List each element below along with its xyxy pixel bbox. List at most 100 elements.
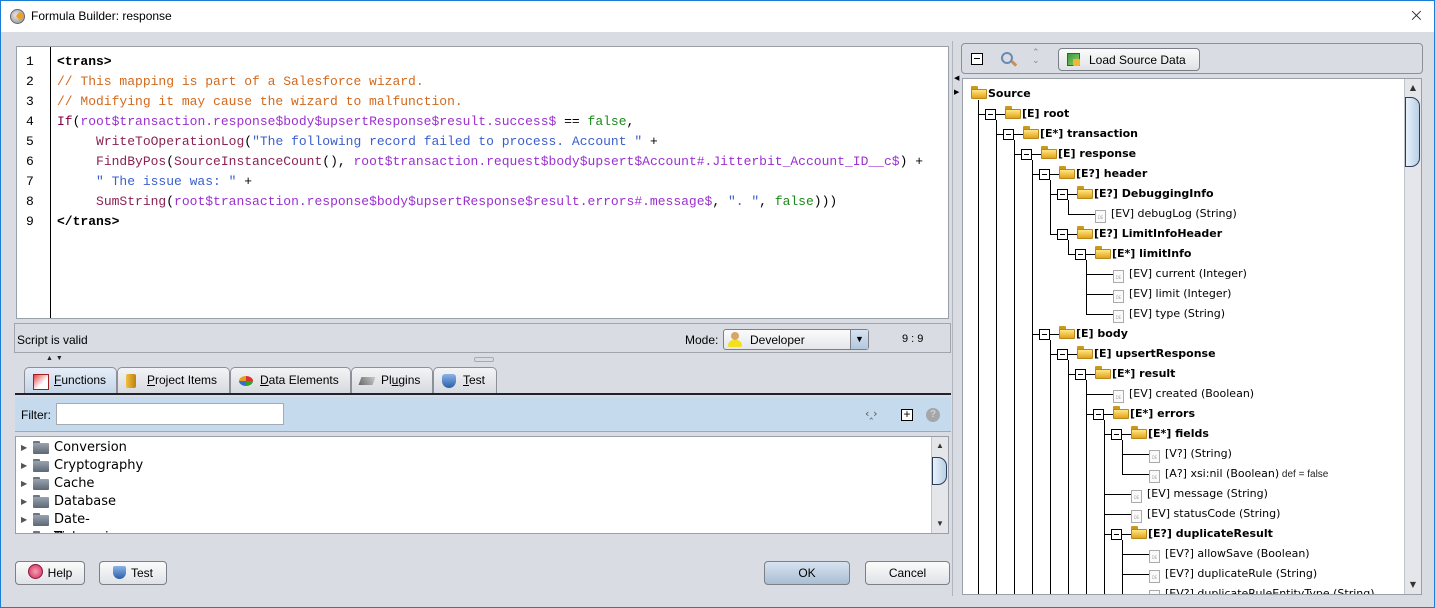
code-token: root$transaction.response$body$upsertRes… xyxy=(80,114,557,129)
close-icon[interactable]: × xyxy=(1409,5,1424,26)
collapse-node-icon[interactable] xyxy=(1021,149,1032,160)
load-source-data-button[interactable]: Load Source Data xyxy=(1058,48,1200,71)
collapse-node-icon[interactable] xyxy=(1111,429,1122,440)
expand-arrow-icon[interactable]: ▶ xyxy=(21,493,27,511)
script-editor[interactable]: 1 2 3 4 5 6 7 8 9 <trans> // This mapping is part… xyxy=(16,46,949,319)
tree-field-node[interactable]: DE [EV] message (String) xyxy=(1131,484,1268,504)
collapse-node-icon[interactable] xyxy=(1057,349,1068,360)
tree-element-node[interactable]: [E] root xyxy=(1005,104,1069,124)
code-area[interactable]: <trans> // This mapping is part of a Sale… xyxy=(57,52,948,232)
tab-plugins[interactable]: Plugins xyxy=(351,367,433,393)
collapse-node-icon[interactable] xyxy=(1057,229,1068,240)
tree-field-node[interactable]: DE [EV?] allowSave (Boolean) xyxy=(1149,544,1310,564)
tree-field-node[interactable]: DE [EV] statusCode (String) xyxy=(1131,504,1280,524)
code-line[interactable]: FindByPos(SourceInstanceCount(), root$tr… xyxy=(57,152,948,172)
node-label: Source xyxy=(988,87,1031,100)
tree-field-node[interactable]: DE [V?] (String) xyxy=(1149,444,1232,464)
scroll-down-icon[interactable]: ▼ xyxy=(932,517,948,531)
code-line[interactable]: </trans> xyxy=(57,212,948,232)
chevron-down-icon[interactable]: ▼ xyxy=(850,330,868,349)
tree-field-node[interactable]: DE [EV] limit (Integer) xyxy=(1113,284,1231,304)
scroll-down-icon[interactable]: ▼ xyxy=(1405,578,1421,592)
source-tree-scrollbar[interactable]: ▲ ▼ xyxy=(1404,79,1421,594)
collapse-node-icon[interactable] xyxy=(1057,189,1068,200)
expand-arrow-icon[interactable]: ▶ xyxy=(21,529,27,533)
expand-arrow-icon[interactable]: ▶ xyxy=(21,511,27,529)
mode-select-value: Developer xyxy=(750,333,805,347)
help-icon[interactable]: ? xyxy=(926,408,940,422)
tree-field-node[interactable]: DE [A?] xsi:nil (Boolean) def = false xyxy=(1149,464,1328,484)
line-number-gutter: 1 2 3 4 5 6 7 8 9 xyxy=(17,47,51,318)
code-line[interactable]: WriteToOperationLog("The following recor… xyxy=(57,132,948,152)
collapse-node-icon[interactable] xyxy=(985,109,996,120)
tree-element-node[interactable]: [E?] header xyxy=(1059,164,1147,184)
tree-field-node[interactable]: DE [EV?] duplicateRule (String) xyxy=(1149,564,1317,584)
code-line[interactable]: " The issue was: " + xyxy=(57,172,948,192)
tab-test[interactable]: Test xyxy=(433,367,497,393)
mode-select[interactable]: Developer ▼ xyxy=(723,329,869,350)
tree-element-node[interactable]: [E] response xyxy=(1041,144,1136,164)
tree-field-node[interactable]: DE [EV] current (Integer) xyxy=(1113,264,1247,284)
tree-element-node[interactable]: [E?] DebuggingInfo xyxy=(1077,184,1214,204)
tab-project-items[interactable]: Project Items xyxy=(117,367,230,393)
collapse-node-icon[interactable] xyxy=(1111,529,1122,540)
scroll-up-icon[interactable]: ▲ xyxy=(1405,81,1421,95)
code-line[interactable]: If(root$transaction.response$body$upsert… xyxy=(57,112,948,132)
tree-element-node[interactable]: [E*] limitInfo xyxy=(1095,244,1191,264)
scroll-thumb[interactable] xyxy=(1405,97,1420,167)
vertical-splitter[interactable]: ◀ ▶ xyxy=(951,41,961,596)
data-elements-icon xyxy=(239,376,253,386)
tree-field-node[interactable]: DE [EV] debugLog (String) xyxy=(1095,204,1237,224)
collapse-node-icon[interactable] xyxy=(1075,369,1086,380)
search-icon[interactable] xyxy=(1001,52,1013,64)
scroll-up-icon[interactable]: ▲ xyxy=(932,439,948,453)
tree-element-node[interactable]: [E] upsertResponse xyxy=(1077,344,1216,364)
code-line[interactable]: <trans> xyxy=(57,52,948,72)
tree-connector xyxy=(1104,494,1131,495)
tree-element-node[interactable]: [E?] duplicateResult xyxy=(1131,524,1273,544)
collapse-left-icon[interactable]: ◀ xyxy=(954,74,959,82)
tree-element-node[interactable]: [E*] transaction xyxy=(1023,124,1138,144)
node-label: [E*] errors xyxy=(1130,407,1195,420)
tree-element-node[interactable]: [E?] LimitInfoHeader xyxy=(1077,224,1222,244)
expand-arrow-icon[interactable]: ▶ xyxy=(21,475,27,493)
tab-data-elements[interactable]: Data Elements xyxy=(230,367,351,393)
expand-all-icon[interactable]: + xyxy=(901,408,913,421)
tree-field-node[interactable]: DE [EV?] duplicateRuleEntityType (String) xyxy=(1149,584,1375,594)
tree-connector xyxy=(1104,420,1105,594)
insert-navigate-icon[interactable]: ‹‸› xyxy=(865,407,878,420)
function-list-scrollbar[interactable]: ▲ ▼ xyxy=(931,437,948,533)
tree-element-node[interactable]: [E] body xyxy=(1059,324,1128,344)
collapse-node-icon[interactable] xyxy=(1039,329,1050,340)
collapse-node-icon[interactable] xyxy=(1039,169,1050,180)
collapse-node-icon[interactable] xyxy=(1093,409,1104,420)
expand-arrow-icon[interactable]: ▶ xyxy=(21,457,27,475)
tab-functions[interactable]: Functions xyxy=(24,367,117,394)
splitter-grip[interactable] xyxy=(474,357,494,362)
tree-field-node[interactable]: DE [EV] type (String) xyxy=(1113,304,1225,324)
filter-input[interactable] xyxy=(56,403,284,425)
scroll-thumb[interactable] xyxy=(932,457,947,485)
tree-connector xyxy=(1068,214,1095,215)
code-line[interactable]: SumString(root$transaction.response$body… xyxy=(57,192,948,212)
tree-element-node[interactable]: [E*] errors xyxy=(1113,404,1195,424)
ok-button[interactable]: OK xyxy=(764,561,850,585)
horizontal-splitter[interactable]: ▲▼ xyxy=(14,355,951,362)
collapse-node-icon[interactable] xyxy=(1075,249,1086,260)
tree-connector xyxy=(1068,200,1069,214)
cancel-button[interactable]: Cancel xyxy=(865,561,950,585)
code-line[interactable]: // Modifying it may cause the wizard to … xyxy=(57,92,948,112)
tree-element-node[interactable]: [E*] result xyxy=(1095,364,1175,384)
tree-element-node[interactable]: [E*] fields xyxy=(1131,424,1209,444)
splitter-arrows-icon[interactable]: ▲▼ xyxy=(46,355,66,362)
code-line[interactable]: // This mapping is part of a Salesforce … xyxy=(57,72,948,92)
tree-element-node[interactable]: Source xyxy=(971,84,1031,104)
expand-right-icon[interactable]: ▶ xyxy=(954,88,959,96)
collapse-all-icon[interactable] xyxy=(971,53,983,65)
expand-arrow-icon[interactable]: ▶ xyxy=(21,439,27,457)
expand-collapse-icon[interactable]: ⌃ ⌄ xyxy=(1032,48,1040,65)
test-button[interactable]: Test xyxy=(99,561,167,585)
help-button[interactable]: Help xyxy=(15,561,85,585)
tree-field-node[interactable]: DE [EV] created (Boolean) xyxy=(1113,384,1254,404)
collapse-node-icon[interactable] xyxy=(1003,129,1014,140)
